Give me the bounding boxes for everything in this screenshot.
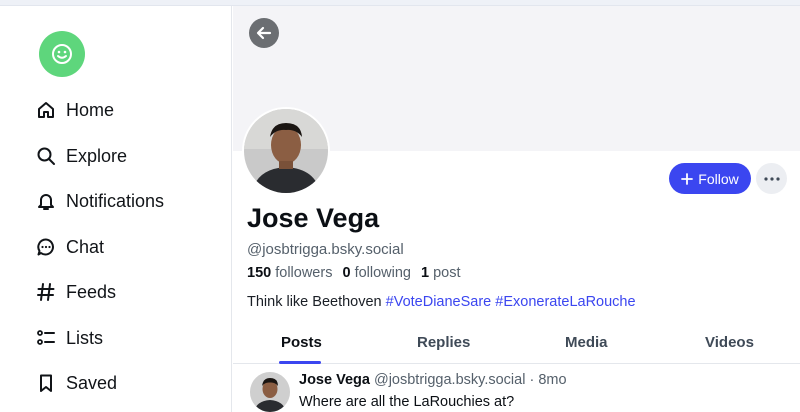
- profile-bio: Think like Beethoven #VoteDianeSare #Exo…: [247, 294, 636, 310]
- sidebar-item-label: Notifications: [66, 190, 165, 211]
- hash-icon: [36, 282, 56, 302]
- sidebar-item-feeds[interactable]: Feeds: [36, 277, 116, 307]
- sidebar-item-label: Lists: [66, 327, 104, 348]
- sidebar-item-notifications[interactable]: Notifications: [36, 186, 164, 216]
- followers-count: 150: [247, 265, 272, 281]
- profile-name: Jose Vega: [247, 203, 380, 233]
- plus-icon: [681, 172, 694, 185]
- post-avatar[interactable]: [250, 372, 290, 412]
- post-time: · 8mo: [529, 372, 567, 388]
- sidebar-item-label: Explore: [66, 145, 128, 166]
- back-button[interactable]: [249, 18, 279, 48]
- sidebar-item-home[interactable]: Home: [36, 95, 114, 125]
- posts-label: post: [433, 265, 461, 281]
- profile-avatar[interactable]: [242, 107, 330, 195]
- post-author[interactable]: Jose Vega: [299, 372, 370, 388]
- sidebar-item-label: Saved: [66, 372, 118, 393]
- follow-label: Follow: [698, 170, 739, 187]
- sidebar-item-saved[interactable]: Saved: [36, 368, 117, 398]
- profile-handle: @josbtrigga.bsky.social: [247, 241, 404, 258]
- post-item[interactable]: Jose Vega @josbtrigga.bsky.social · 8mo …: [233, 364, 800, 412]
- followers-label: followers: [275, 265, 333, 281]
- home-icon: [36, 100, 56, 120]
- profile-main: Follow Jose Vega @josbtrigga.bsky.social…: [233, 6, 800, 412]
- bell-icon: [36, 191, 56, 211]
- profile-tabs: Posts Replies Media Videos: [233, 324, 800, 364]
- sidebar-item-label: Feeds: [66, 281, 117, 302]
- list-icon: [36, 328, 56, 348]
- hashtag-link[interactable]: #ExonerateLaRouche: [495, 294, 635, 310]
- search-icon: [36, 146, 56, 166]
- app-logo[interactable]: [39, 31, 85, 77]
- smiley-icon: [52, 44, 72, 64]
- arrow-left-icon: [256, 26, 272, 40]
- bookmark-icon: [36, 373, 56, 393]
- tab-replies[interactable]: Replies: [417, 334, 470, 351]
- following-count: 0: [342, 265, 351, 281]
- chat-icon: [36, 237, 56, 257]
- more-options-button[interactable]: [756, 163, 787, 194]
- tab-posts[interactable]: Posts: [281, 334, 322, 351]
- sidebar: Home Explore Notifications Chat Feeds Li…: [0, 6, 232, 412]
- following-stat[interactable]: 0 following: [342, 265, 411, 281]
- sidebar-item-label: Home: [66, 99, 115, 120]
- post-handle[interactable]: @josbtrigga.bsky.social: [374, 372, 525, 388]
- following-label: following: [354, 265, 411, 281]
- sidebar-item-explore[interactable]: Explore: [36, 141, 127, 171]
- bio-text: Think like Beethoven: [247, 294, 382, 310]
- post-header: Jose Vega @josbtrigga.bsky.social · 8mo: [299, 372, 567, 388]
- sidebar-item-chat[interactable]: Chat: [36, 232, 104, 262]
- follow-button[interactable]: Follow: [669, 163, 751, 194]
- posts-count: 1: [420, 265, 430, 281]
- sidebar-item-lists[interactable]: Lists: [36, 323, 103, 353]
- profile-stats: 150 followers 0 following 1 post: [247, 265, 461, 281]
- hashtag-link[interactable]: #VoteDianeSare: [386, 294, 492, 310]
- sidebar-item-label: Chat: [66, 236, 105, 257]
- ellipsis-icon: [763, 176, 780, 181]
- tab-videos[interactable]: Videos: [705, 334, 754, 351]
- tab-media[interactable]: Media: [565, 334, 608, 351]
- posts-stat: 1 post: [421, 265, 461, 281]
- followers-stat[interactable]: 150 followers: [247, 265, 332, 281]
- post-text: Where are all the LaRouchies at?: [299, 394, 515, 410]
